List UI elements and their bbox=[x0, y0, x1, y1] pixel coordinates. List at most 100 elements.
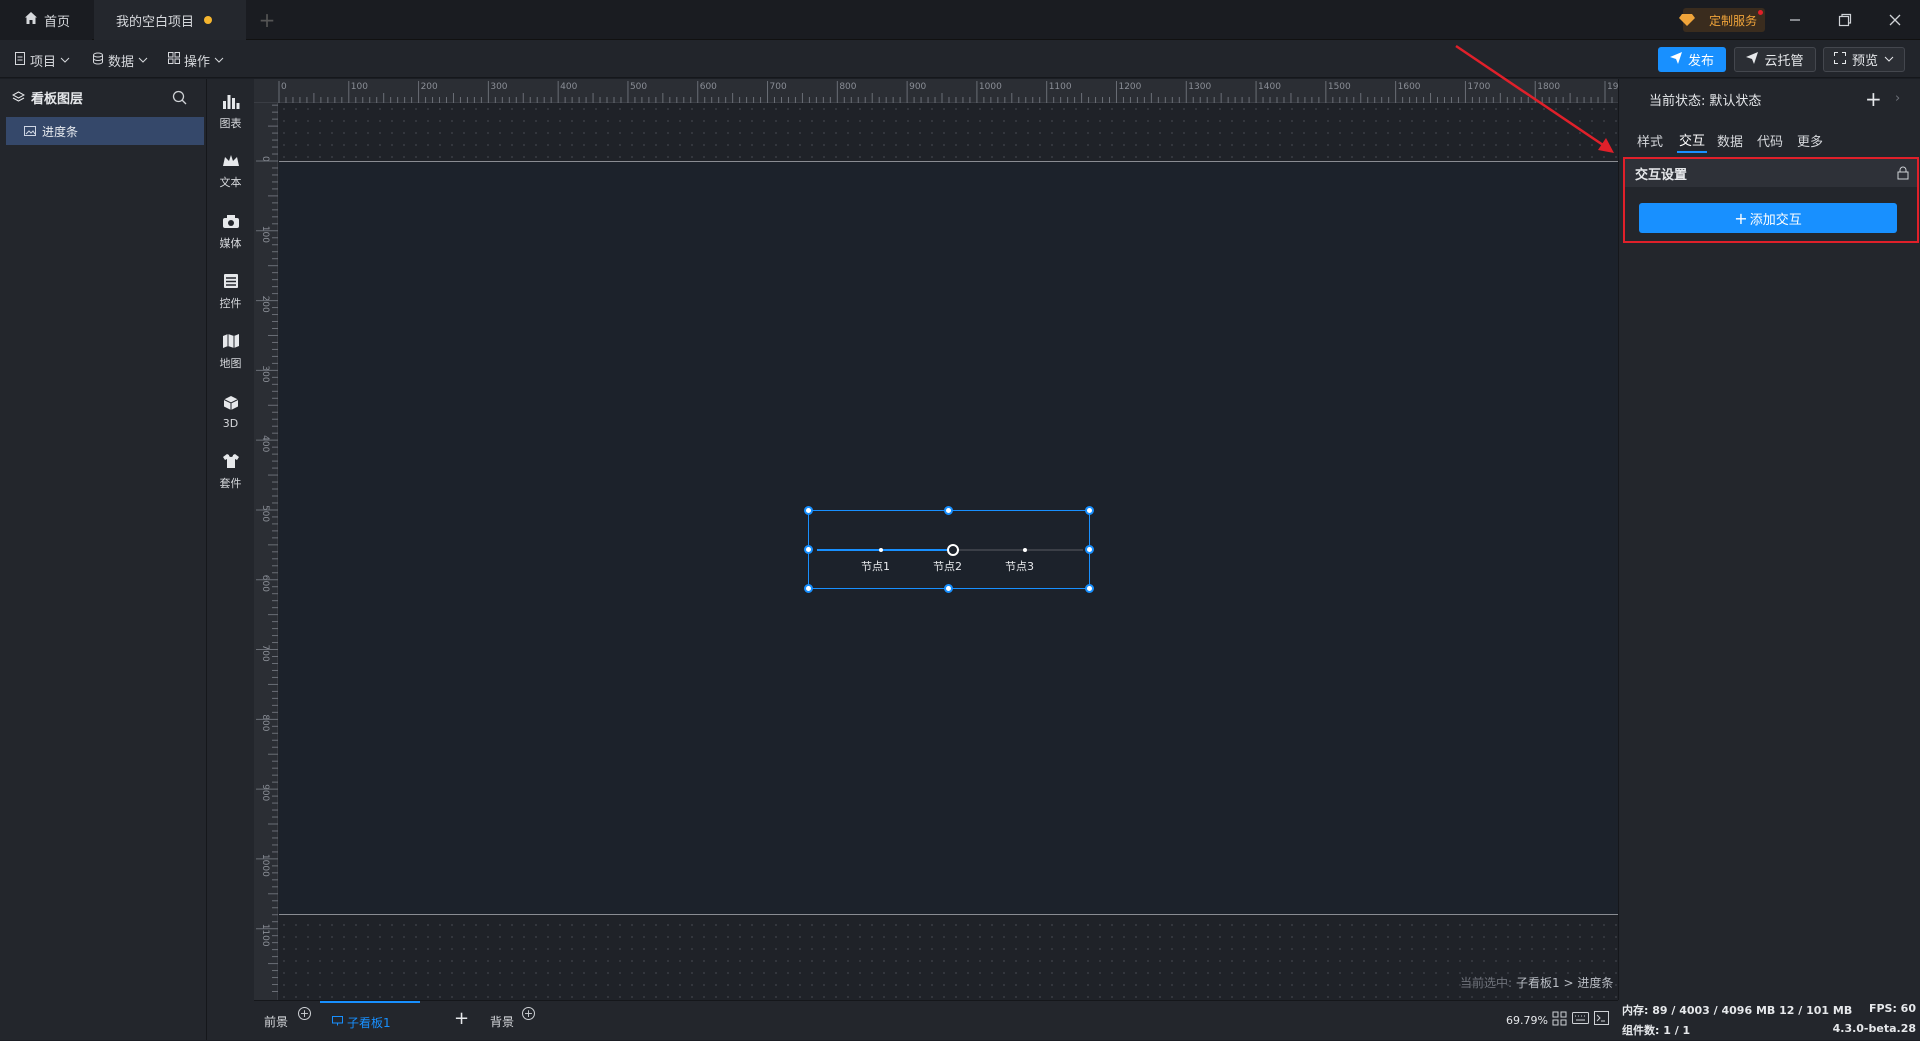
ruler-left-label: 200 bbox=[260, 296, 270, 313]
keyboard-icon[interactable] bbox=[1572, 1012, 1589, 1028]
ruler-horizontal-ticks: 0 100 200 300 400 500 600 700 800 900 1000 1100 1200… bbox=[278, 81, 1630, 103]
foreground-tab[interactable]: 前景 bbox=[264, 1013, 288, 1030]
zoom-level[interactable]: 69.79% bbox=[1506, 1014, 1548, 1027]
ruler-left-label: 500 bbox=[260, 505, 270, 522]
interaction-settings-section: 交互设置 + 添加交互 bbox=[1623, 157, 1919, 243]
lock-icon[interactable] bbox=[1897, 166, 1909, 184]
preview-button[interactable]: 预览 bbox=[1823, 47, 1905, 72]
menu-project-label: 项目 bbox=[30, 54, 57, 70]
ruler-top-label: 700 bbox=[770, 82, 787, 92]
tab-interaction[interactable]: 交互 bbox=[1677, 127, 1708, 153]
fit-screen-icon[interactable] bbox=[1552, 1011, 1567, 1030]
resize-handle-left[interactable] bbox=[804, 545, 813, 554]
progress-node-3-label: 节点3 bbox=[1005, 560, 1034, 573]
tab-more[interactable]: 更多 bbox=[1797, 127, 1823, 153]
add-state-icon[interactable]: + bbox=[1865, 89, 1882, 109]
media-icon bbox=[222, 213, 240, 232]
ruler-top-label: 100 bbox=[351, 82, 368, 92]
monitor-icon bbox=[332, 1015, 343, 1029]
status-bar: 内存: 89 / 4003 / 4096 MB 12 / 101 MB FPS:… bbox=[1618, 1000, 1920, 1040]
component-count: 组件数: 1 / 1 bbox=[1622, 1024, 1691, 1037]
text-icon bbox=[222, 154, 240, 171]
bottom-bar: 前景 + 子看板1 + 背景 + 69.79% bbox=[254, 1000, 1618, 1040]
resize-handle-bottom-right[interactable] bbox=[1085, 584, 1094, 593]
new-tab-button[interactable]: + bbox=[247, 0, 287, 40]
component-media[interactable]: 媒体 bbox=[207, 207, 254, 257]
component-chart[interactable]: 图表 bbox=[207, 87, 254, 137]
component-map-label: 地图 bbox=[219, 357, 242, 370]
ruler-left-label: 900 bbox=[260, 784, 270, 801]
component-widget[interactable]: 控件 bbox=[207, 267, 254, 317]
tab-data[interactable]: 数据 bbox=[1717, 127, 1743, 153]
add-interaction-button[interactable]: + 添加交互 bbox=[1639, 203, 1897, 233]
custom-service-button[interactable]: 定制服务 bbox=[1679, 8, 1766, 32]
cloud-hosting-label: 云托管 bbox=[1764, 54, 1804, 69]
ruler-vertical-ticks: 010020030040050060070080090010001100 bbox=[256, 104, 278, 993]
ruler-top-label: 1600 bbox=[1398, 82, 1421, 92]
ruler-left-label: 100 bbox=[260, 226, 270, 243]
component-3d[interactable]: 3D bbox=[207, 387, 254, 437]
menu-operation[interactable]: 操作 bbox=[168, 49, 224, 71]
resize-handle-bottom[interactable] bbox=[944, 584, 953, 593]
sub-board-tab[interactable]: 子看板1 bbox=[320, 1001, 420, 1041]
cloud-hosting-button[interactable]: 云托管 bbox=[1734, 47, 1816, 72]
ruler-top-label: 1000 bbox=[979, 82, 1002, 92]
terminal-icon[interactable] bbox=[1594, 1011, 1609, 1029]
component-map[interactable]: 地图 bbox=[207, 327, 254, 377]
widget-icon bbox=[222, 273, 240, 292]
ruler-left-label: 800 bbox=[260, 714, 270, 731]
send-icon bbox=[1669, 51, 1682, 68]
minimize-icon[interactable] bbox=[1780, 8, 1810, 32]
ruler-horizontal: 0 100 200 300 400 500 600 700 800 900 1000 1100 1200… bbox=[254, 79, 1630, 103]
ruler-vertical: 0 100 200 300 400 500 600 700 800 900 1000 1100 bbox=[254, 103, 278, 1000]
tab-project[interactable]: 我的空白项目 bbox=[94, 0, 246, 40]
resize-handle-top-left[interactable] bbox=[804, 506, 813, 515]
preview-label: 预览 bbox=[1851, 54, 1878, 69]
menu-data-label: 数据 bbox=[108, 54, 135, 70]
ruler-top-label: 0 bbox=[281, 82, 287, 92]
menu-data[interactable]: 数据 bbox=[92, 49, 148, 71]
component-chart-label: 图表 bbox=[219, 117, 242, 130]
background-tab[interactable]: 背景 bbox=[490, 1013, 514, 1030]
tab-style[interactable]: 样式 bbox=[1637, 127, 1663, 153]
current-selection-breadcrumb: 当前选中: 子看板1 > 进度条 bbox=[1460, 974, 1613, 991]
restore-icon[interactable] bbox=[1830, 8, 1860, 32]
component-text[interactable]: 文本 bbox=[207, 147, 254, 197]
tab-home[interactable]: 首页 bbox=[0, 0, 92, 40]
ruler-top-label: 1300 bbox=[1188, 82, 1211, 92]
component-kit[interactable]: 套件 bbox=[207, 447, 254, 497]
resize-handle-bottom-left[interactable] bbox=[804, 584, 813, 593]
diamond-icon bbox=[1679, 13, 1695, 30]
menu-bar: 项目 数据 操作 发布 云托管 预览 bbox=[0, 40, 1920, 78]
progress-bar-component[interactable]: 节点1 节点2 节点3 bbox=[808, 510, 1090, 589]
resize-handle-top-right[interactable] bbox=[1085, 506, 1094, 515]
layers-title: 看板图层 bbox=[31, 91, 84, 107]
ruler-top-label: 1400 bbox=[1258, 82, 1281, 92]
layer-item[interactable]: 进度条 bbox=[6, 117, 204, 145]
component-3d-label: 3D bbox=[222, 416, 239, 430]
chevron-down-icon bbox=[1884, 52, 1894, 67]
annotation-arrow-head bbox=[1598, 138, 1614, 153]
resize-handle-right[interactable] bbox=[1085, 545, 1094, 554]
ruler-left-label: 1100 bbox=[260, 924, 270, 947]
ruler-left-label: 300 bbox=[260, 365, 270, 382]
menu-project[interactable]: 项目 bbox=[14, 49, 70, 71]
close-icon[interactable] bbox=[1880, 8, 1910, 32]
annotation-arrow bbox=[1455, 44, 1614, 153]
ruler-top-label: 300 bbox=[490, 82, 507, 92]
document-icon bbox=[14, 51, 26, 69]
state-label: 当前状态: bbox=[1649, 93, 1706, 109]
map-icon bbox=[222, 333, 240, 352]
add-background-icon[interactable]: + bbox=[522, 1007, 535, 1020]
state-value[interactable]: 默认状态 bbox=[1709, 90, 1761, 109]
chevron-right-icon[interactable]: › bbox=[1895, 89, 1900, 109]
search-icon[interactable] bbox=[172, 90, 187, 109]
tab-code[interactable]: 代码 bbox=[1757, 127, 1783, 153]
ruler-top-label: 800 bbox=[839, 82, 856, 92]
kit-icon bbox=[222, 453, 240, 472]
chevron-down-icon bbox=[214, 53, 224, 68]
publish-button[interactable]: 发布 bbox=[1658, 47, 1726, 72]
add-board-button[interactable]: + bbox=[454, 1008, 469, 1029]
resize-handle-top[interactable] bbox=[944, 506, 953, 515]
add-foreground-icon[interactable]: + bbox=[298, 1007, 311, 1020]
